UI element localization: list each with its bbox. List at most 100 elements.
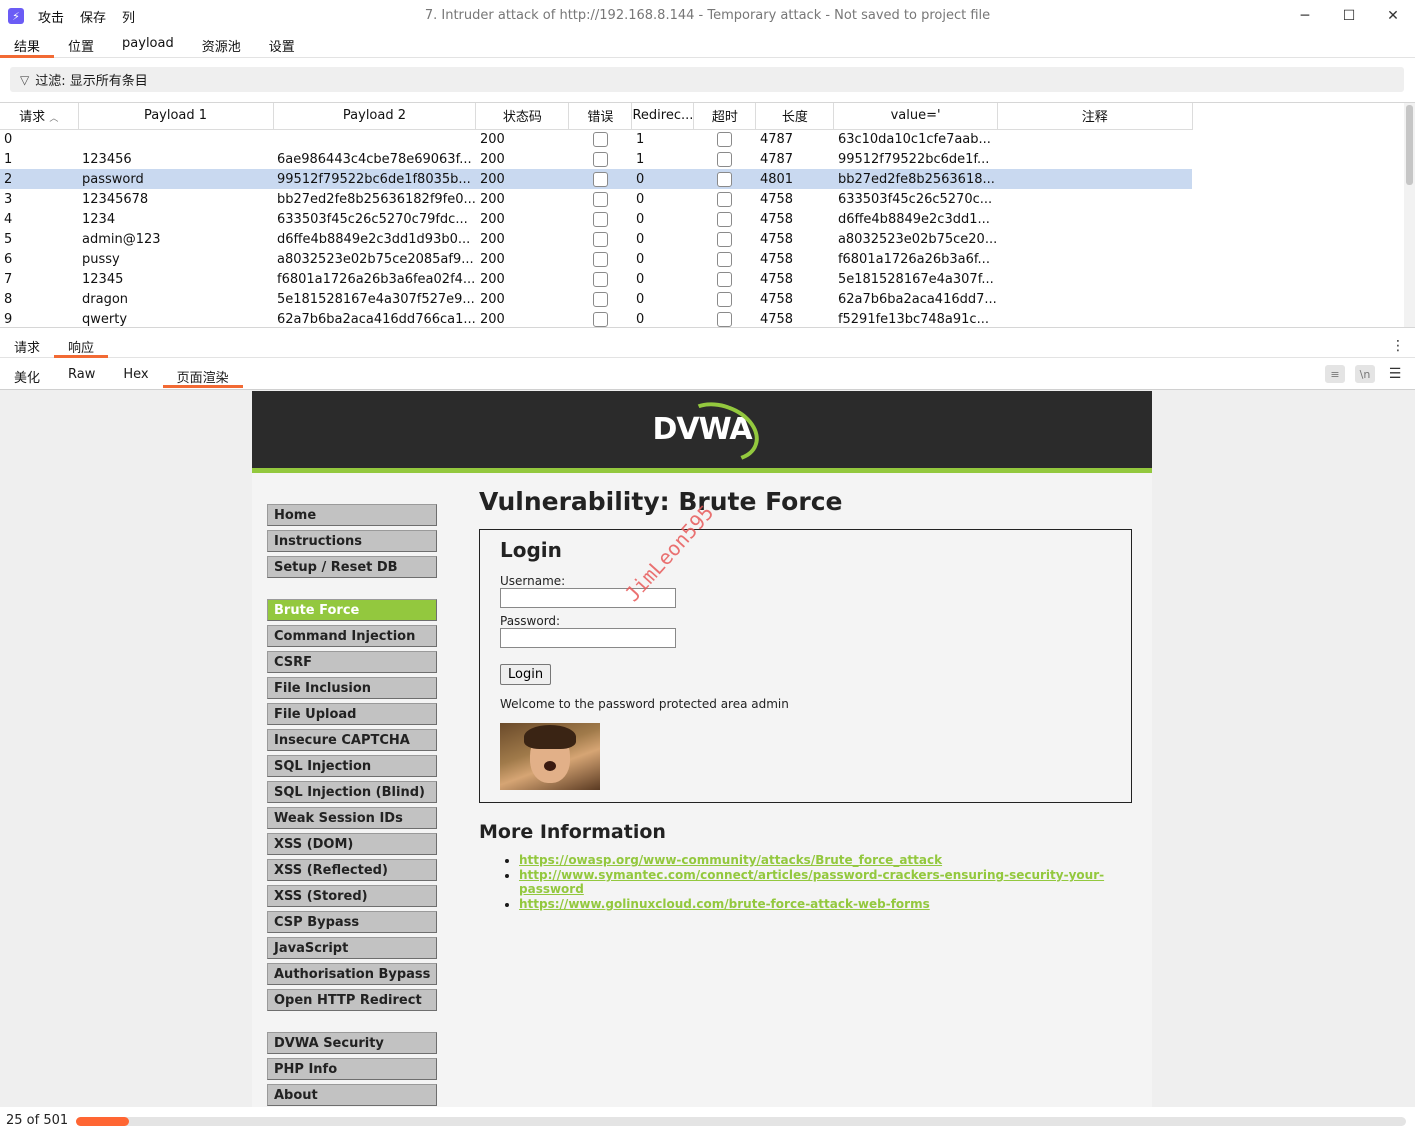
checkbox[interactable] — [592, 251, 608, 267]
comment-cell — [997, 169, 1193, 189]
payload1-cell: 12345 — [82, 271, 124, 287]
nav-item-authorisation-bypass[interactable]: Authorisation Bypass — [267, 963, 437, 985]
checkbox[interactable] — [592, 311, 608, 327]
checkbox[interactable] — [717, 211, 733, 227]
table-row[interactable]: 6 pussy a8032523e02b75ce2085af9... 200 0 4758… — [0, 249, 1192, 269]
error-checkbox — [569, 149, 632, 169]
table-scrollbar[interactable] — [1404, 103, 1415, 327]
tab-payloads[interactable]: payload — [108, 32, 188, 58]
col-request[interactable]: 请求 ︿ — [0, 103, 79, 130]
nav-item-weak-session-ids[interactable]: Weak Session IDs — [267, 807, 437, 829]
nav-item-file-upload[interactable]: File Upload — [267, 703, 437, 725]
tab-render[interactable]: 页面渲染 — [162, 364, 243, 388]
nav-item-sql-injection[interactable]: SQL Injection — [267, 755, 437, 777]
tab-results[interactable]: 结果 — [0, 32, 55, 58]
value-cell: 99512f79522bc6de1f... — [837, 151, 990, 167]
link-symantec[interactable]: http://www.symantec.com/connect/articles… — [519, 868, 1104, 896]
table-row[interactable]: 9 qwerty 62a7b6ba2aca416dd766ca1... 200 0 475… — [0, 309, 1192, 327]
col-redirects[interactable]: Redirec... — [631, 103, 695, 130]
checkbox[interactable] — [592, 131, 608, 147]
wrap-lines-icon[interactable]: ≡ — [1325, 365, 1345, 383]
tab-pretty[interactable]: 美化 — [0, 364, 54, 388]
scrollbar-thumb[interactable] — [1406, 105, 1413, 185]
tab-positions[interactable]: 位置 — [54, 32, 108, 58]
nav-item-csrf[interactable]: CSRF — [267, 651, 437, 673]
nav-item-xss-reflected[interactable]: XSS (Reflected) — [267, 859, 437, 881]
checkbox[interactable] — [592, 191, 608, 207]
nav-item-xss-dom[interactable]: XSS (DOM) — [267, 833, 437, 855]
checkbox[interactable] — [717, 231, 733, 247]
nav-item-php-info[interactable]: PHP Info — [267, 1058, 437, 1080]
menu-bar: 攻击 保存 列 — [38, 7, 151, 26]
checkbox[interactable] — [592, 171, 608, 187]
link-golinuxcloud[interactable]: https://www.golinuxcloud.com/brute-force… — [519, 897, 930, 911]
minimize-icon[interactable]: ─ — [1283, 0, 1327, 32]
table-row[interactable]: 5 admin@123 d6ffe4b8849e2c3dd1d93b0... 200 0… — [0, 229, 1192, 249]
password-input[interactable] — [500, 628, 676, 648]
nav-item-open-http-redirect[interactable]: Open HTTP Redirect — [267, 989, 437, 1011]
link-owasp[interactable]: https://owasp.org/www-community/attacks/… — [519, 853, 942, 867]
checkbox[interactable] — [717, 291, 733, 307]
show-newlines-icon[interactable]: \n — [1355, 365, 1375, 383]
payload1-cell: qwerty — [82, 311, 128, 327]
table-row[interactable]: 3 12345678 bb27ed2fe8b25636182f9fe0... 200 0… — [0, 189, 1192, 209]
payload1-cell — [78, 129, 273, 149]
table-row[interactable]: 8 dragon 5e181528167e4a307f527e9... 200 0 475… — [0, 289, 1192, 309]
checkbox[interactable] — [592, 151, 608, 167]
nav-item-setup-reset-db[interactable]: Setup / Reset DB — [267, 556, 437, 578]
nav-item-home[interactable]: Home — [267, 504, 437, 526]
table-row[interactable]: 7 12345 f6801a1726a26b3a6fea02f4... 200 0 475… — [0, 269, 1192, 289]
checkbox[interactable] — [592, 291, 608, 307]
tab-hex[interactable]: Hex — [109, 364, 162, 388]
table-row[interactable]: 1 123456 6ae986443c4cbe78e69063f... 200 1 478… — [0, 149, 1192, 169]
tab-raw[interactable]: Raw — [54, 364, 109, 388]
checkbox[interactable] — [592, 211, 608, 227]
col-length[interactable]: 长度 — [755, 103, 835, 130]
checkbox[interactable] — [717, 171, 733, 187]
checkbox[interactable] — [592, 231, 608, 247]
tab-resource-pool[interactable]: 资源池 — [188, 32, 255, 58]
menu-save[interactable]: 保存 — [80, 7, 106, 26]
welcome-message: Welcome to the password protected area a… — [500, 697, 789, 711]
maximize-icon[interactable]: ☐ — [1327, 0, 1371, 32]
hamburger-menu-icon[interactable]: ☰ — [1385, 365, 1405, 383]
login-button[interactable]: Login — [500, 664, 552, 685]
col-payload2[interactable]: Payload 2 — [273, 103, 477, 130]
nav-item-file-inclusion[interactable]: File Inclusion — [267, 677, 437, 699]
more-options-icon[interactable]: ⋮ — [1391, 338, 1405, 354]
nav-item-javascript[interactable]: JavaScript — [267, 937, 437, 959]
status-cell: 200 — [479, 271, 505, 287]
filter-bar[interactable]: ▽ 过滤: 显示所有条目 — [10, 67, 1404, 92]
checkbox[interactable] — [592, 271, 608, 287]
nav-item-xss-stored[interactable]: XSS (Stored) — [267, 885, 437, 907]
checkbox[interactable] — [717, 251, 733, 267]
nav-item-sql-injection-blind[interactable]: SQL Injection (Blind) — [267, 781, 437, 803]
nav-item-csp-bypass[interactable]: CSP Bypass — [267, 911, 437, 933]
tab-request[interactable]: 请求 — [0, 334, 54, 358]
nav-item-brute-force[interactable]: Brute Force — [267, 599, 437, 621]
table-row[interactable]: 4 1234 633503f45c26c5270c79fdc... 200 0 4758 d… — [0, 209, 1192, 229]
col-timeout[interactable]: 超时 — [693, 103, 757, 130]
col-error[interactable]: 错误 — [568, 103, 633, 130]
checkbox[interactable] — [717, 131, 733, 147]
col-status[interactable]: 状态码 — [475, 103, 570, 130]
tab-settings[interactable]: 设置 — [255, 32, 309, 58]
tab-response[interactable]: 响应 — [54, 334, 109, 358]
table-row[interactable]: 0 200 1 4787 63c10da10c1cfe7aab... — [0, 129, 1192, 149]
nav-item-insecure-captcha[interactable]: Insecure CAPTCHA — [267, 729, 437, 751]
close-icon[interactable]: ✕ — [1371, 0, 1415, 32]
checkbox[interactable] — [717, 151, 733, 167]
table-row[interactable]: 2 password 99512f79522bc6de1f8035b... 200 0 4… — [0, 169, 1193, 189]
col-payload1[interactable]: Payload 1 — [78, 103, 274, 130]
col-comment[interactable]: 注释 — [997, 103, 1193, 130]
menu-attack[interactable]: 攻击 — [38, 7, 64, 26]
nav-item-command-injection[interactable]: Command Injection — [267, 625, 437, 647]
checkbox[interactable] — [717, 191, 733, 207]
menu-columns[interactable]: 列 — [122, 7, 135, 26]
nav-item-instructions[interactable]: Instructions — [267, 530, 437, 552]
col-value[interactable]: value=' — [833, 103, 998, 130]
nav-item-dvwa-security[interactable]: DVWA Security — [267, 1032, 437, 1054]
checkbox[interactable] — [717, 271, 733, 287]
nav-item-about[interactable]: About — [267, 1084, 437, 1106]
checkbox[interactable] — [717, 311, 733, 327]
